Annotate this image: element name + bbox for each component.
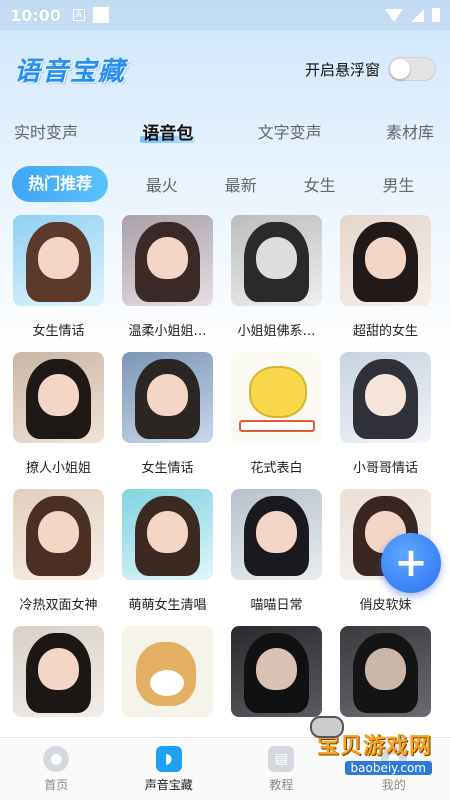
float-window-label: 开启悬浮窗 — [304, 60, 380, 79]
notification-square-icon — [92, 7, 109, 23]
voice-pack-card[interactable]: 喵喵日常 — [231, 488, 322, 625]
wifi-icon — [385, 8, 403, 22]
notification-a-icon: A — [72, 9, 85, 21]
voice-pack-card[interactable]: 小姐姐佛系… — [231, 214, 322, 351]
watermark-url: baobeiy.com — [344, 761, 432, 775]
app-header: 语音宝藏 开启悬浮窗 — [0, 30, 450, 108]
voice-pack-thumbnail — [231, 352, 322, 443]
float-window-switch[interactable] — [388, 57, 436, 81]
voice-pack-thumbnail — [122, 215, 213, 306]
voice-pack-thumbnail — [13, 626, 104, 717]
voice-pack-card[interactable]: 温柔小姐姐… — [122, 214, 213, 351]
sound-icon: ◗ — [155, 745, 182, 772]
tab-voice-pack[interactable]: 语音包 — [140, 119, 196, 144]
battery-icon — [432, 8, 440, 22]
voice-pack-thumbnail — [231, 489, 322, 580]
voice-pack-card[interactable]: 小哥哥情话 — [340, 351, 431, 488]
voice-pack-thumbnail — [13, 352, 104, 443]
status-time: 10:00 — [10, 5, 61, 25]
voice-pack-thumbnail — [122, 626, 213, 717]
nav-home[interactable]: ● 首页 — [11, 745, 101, 793]
tab-realtime-voice[interactable]: 实时变声 — [14, 119, 78, 143]
voice-pack-title: 女生情话 — [32, 324, 85, 339]
category-female[interactable]: 女生 — [280, 172, 359, 196]
voice-pack-title: 冷热双面女神 — [19, 598, 98, 613]
voice-pack-thumbnail — [122, 352, 213, 443]
voice-pack-thumbnail — [231, 626, 322, 717]
voice-pack-thumbnail — [13, 489, 104, 580]
add-fab-button[interactable]: + — [381, 533, 441, 593]
category-most-popular[interactable]: 最火 — [122, 172, 201, 196]
category-hot[interactable]: 热门推荐 — [12, 166, 109, 202]
voice-pack-thumbnail — [122, 489, 213, 580]
voice-pack-title: 喵喵日常 — [250, 598, 303, 613]
voice-pack-thumbnail — [340, 626, 431, 717]
main-tabs: 实时变声 语音包 文字变声 素材库 — [0, 108, 450, 154]
voice-pack-title: 小姐姐佛系… — [237, 324, 316, 339]
category-newest[interactable]: 最新 — [201, 172, 280, 196]
site-watermark: 宝贝游戏网 baobeiy.com — [292, 716, 432, 788]
voice-pack-card[interactable]: 萌萌女生清唱 — [122, 488, 213, 625]
nav-voice-treasure[interactable]: ◗ 声音宝藏 — [124, 745, 214, 793]
voice-pack-title: 超甜的女生 — [352, 324, 418, 339]
voice-pack-card[interactable]: 冷热双面女神 — [13, 488, 104, 625]
voice-pack-title: 女生情话 — [141, 461, 194, 476]
voice-pack-card[interactable]: 超甜的女生 — [340, 214, 431, 351]
voice-pack-title: 俏皮软妹 — [359, 598, 412, 613]
app-logo: 语音宝藏 — [14, 56, 127, 87]
voice-pack-title: 花式表白 — [250, 461, 303, 476]
tab-material-library[interactable]: 素材库 — [386, 119, 434, 143]
voice-pack-thumbnail — [340, 352, 431, 443]
voice-pack-thumbnail — [13, 215, 104, 306]
nav-home-label: 首页 — [44, 777, 69, 792]
tutorial-icon: ▤ — [268, 745, 295, 772]
mic-icon: ● — [43, 745, 70, 772]
gamepad-icon — [310, 716, 344, 738]
category-tabs: 热门推荐 最火 最新 女生 男生 — [0, 154, 450, 214]
nav-voice-treasure-label: 声音宝藏 — [144, 777, 193, 792]
voice-pack-title: 小哥哥情话 — [352, 461, 418, 476]
status-bar: 10:00 A — [0, 0, 450, 30]
switch-knob — [390, 59, 410, 79]
voice-pack-title: 温柔小姐姐… — [128, 324, 207, 339]
voice-pack-card[interactable]: 女生情话 — [122, 351, 213, 488]
tab-text-voice[interactable]: 文字变声 — [258, 119, 322, 143]
voice-pack-grid: 女生情话 温柔小姐姐… 小姐姐佛系… 超甜的女生 撩人小姐姐 女生情话 花式表白… — [0, 214, 450, 762]
voice-pack-title: 撩人小姐姐 — [25, 461, 91, 476]
float-window-toggle-row: 开启悬浮窗 — [305, 57, 436, 81]
nav-tutorial-label: 教程 — [269, 777, 294, 792]
category-male[interactable]: 男生 — [359, 172, 438, 196]
voice-pack-thumbnail — [231, 215, 322, 306]
voice-pack-card[interactable]: 女生情话 — [13, 214, 104, 351]
voice-pack-title: 萌萌女生清唱 — [128, 598, 207, 613]
voice-pack-thumbnail — [340, 215, 431, 306]
voice-pack-card[interactable]: 花式表白 — [231, 351, 322, 488]
voice-pack-card[interactable]: 撩人小姐姐 — [13, 351, 104, 488]
signal-icon — [411, 8, 424, 22]
